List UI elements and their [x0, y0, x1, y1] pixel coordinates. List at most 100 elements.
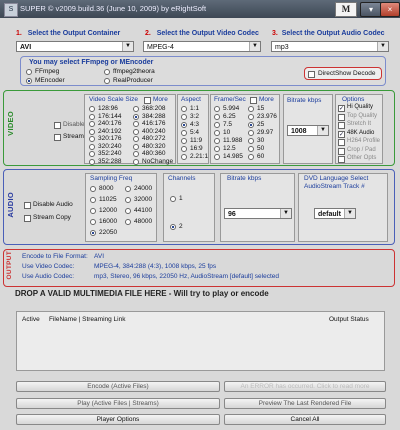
option-checkbox[interactable] [338, 156, 345, 163]
audio-header: 3. Select the Output Audio Codec [272, 30, 385, 37]
scale-option-radio[interactable] [89, 113, 95, 120]
disable-video-checkbox[interactable] [54, 122, 61, 129]
fps-option-radio[interactable] [214, 154, 220, 160]
aspect-option-radio[interactable] [181, 130, 187, 136]
aspect-option-radio[interactable] [181, 154, 187, 160]
aspect-option-radio[interactable] [181, 122, 187, 128]
scale-option-radio[interactable] [133, 106, 139, 112]
ffmpeg2theora-radio[interactable] [104, 69, 110, 75]
fps-more-checkbox[interactable] [250, 97, 257, 104]
fps-option-radio[interactable] [248, 138, 254, 144]
fps-option-radio[interactable] [214, 122, 220, 128]
audio-codec-select[interactable]: mp3 ▼ [271, 41, 389, 52]
video-options-group: Options ✓ Hi Quality Top Quality Stretch It… [335, 94, 383, 164]
encode-button[interactable]: Encode (Active Files) [16, 381, 220, 392]
cancel-all-button[interactable]: Cancel All [224, 414, 386, 425]
channel-1-radio[interactable] [170, 196, 176, 202]
fps-option-radio[interactable] [214, 138, 220, 144]
chevron-down-icon[interactable]: ▼ [280, 209, 291, 218]
close-button[interactable]: × [380, 2, 400, 17]
fps-option-radio[interactable] [214, 130, 220, 136]
option-label: Top Quality [347, 112, 378, 119]
channels-group: Channels 1 2 [163, 173, 215, 242]
audio-bitrate-select[interactable]: 96 ▼ [224, 208, 292, 219]
fps-option-radio[interactable] [214, 106, 220, 112]
scale-option-radio[interactable] [89, 106, 95, 112]
fps-option-radio[interactable] [248, 146, 254, 152]
preview-button[interactable]: Preview The Last Rendered File [224, 398, 386, 409]
scale-option-radio[interactable] [133, 151, 139, 157]
scale-option-radio[interactable] [133, 143, 139, 150]
fps-option-radio[interactable] [248, 154, 254, 160]
freq-option-radio[interactable] [90, 186, 96, 192]
fps-option-radio[interactable] [248, 114, 254, 120]
scale-option-radio[interactable] [89, 128, 95, 135]
aspect-option-radio[interactable] [181, 138, 187, 144]
dvd-track-select[interactable]: default ▼ [314, 208, 356, 219]
play-button[interactable]: Play (Active Files | Streams) [16, 398, 220, 409]
scale-option-radio[interactable] [89, 136, 95, 142]
audio-stream-copy-checkbox[interactable] [24, 215, 31, 222]
fps-option-radio[interactable] [214, 114, 220, 120]
video-codec-summary: MPEG-4, 384:288 (4:3), 1008 kbps, 25 fps [94, 263, 217, 270]
freq-option-radio[interactable] [125, 208, 131, 214]
option-checkbox[interactable] [338, 113, 345, 121]
chevron-down-icon[interactable]: ▼ [344, 209, 355, 218]
scale-option-label: 384:288 [142, 112, 166, 120]
option-checkbox[interactable] [338, 139, 345, 146]
disable-audio-checkbox[interactable] [24, 202, 31, 209]
scale-option-radio[interactable] [133, 136, 139, 142]
video-bitrate-select[interactable]: 1008 ▼ [287, 125, 329, 136]
scale-option-radio[interactable] [133, 113, 139, 120]
freq-option-radio[interactable] [90, 219, 96, 225]
freq-option-radio[interactable] [125, 186, 131, 192]
scale-option-radio[interactable] [89, 121, 95, 127]
scale-option-label: 128:96 [98, 105, 118, 112]
aspect-option-label: 4:3 [190, 121, 200, 128]
scale-option-radio[interactable] [89, 158, 95, 165]
option-checkbox[interactable] [338, 147, 345, 155]
aspect-option-radio[interactable] [181, 114, 187, 120]
fps-option-radio[interactable] [248, 122, 254, 128]
option-checkbox[interactable] [338, 122, 345, 129]
option-checkbox[interactable]: ✓ [338, 130, 345, 138]
realproducer-radio[interactable] [104, 78, 110, 84]
fps-option-radio[interactable] [248, 106, 254, 112]
chevron-down-icon[interactable]: ▼ [377, 42, 388, 51]
aspect-option-radio[interactable] [181, 106, 187, 112]
chevron-down-icon[interactable]: ▼ [317, 126, 328, 135]
scale-option-radio[interactable] [89, 151, 95, 157]
error-button[interactable]: An ERROR has occurred. Click to read mor… [224, 381, 386, 392]
ffmpeg-radio[interactable] [26, 69, 32, 75]
fps-option-radio[interactable] [214, 146, 220, 152]
channel-2-radio[interactable] [170, 224, 176, 230]
directshow-box[interactable]: DirectShow Decode [304, 67, 382, 80]
freq-option-radio[interactable] [125, 197, 131, 203]
option-checkbox[interactable]: ✓ [338, 105, 345, 112]
freq-option-radio[interactable] [90, 208, 96, 214]
player-options-button[interactable]: Player Options [16, 414, 220, 425]
video-codec-select[interactable]: MPEG-4 ▼ [143, 41, 261, 52]
mencoder-radio[interactable] [26, 78, 32, 84]
scale-option-radio[interactable] [133, 128, 139, 135]
chevron-down-icon[interactable]: ▼ [122, 42, 133, 51]
audio-number: 3. [272, 30, 278, 37]
aspect-option-radio[interactable] [181, 146, 187, 152]
scale-option-radio[interactable] [89, 143, 95, 150]
freq-option-radio[interactable] [90, 230, 96, 236]
scale-option-radio[interactable] [133, 158, 139, 165]
window-title: SUPER © v2009.build.36 (June 10, 2009) b… [20, 4, 207, 13]
m-logo[interactable]: M [335, 2, 357, 17]
video-bitrate-value: 1008 [291, 128, 307, 135]
minimize-button[interactable]: ▾ [360, 2, 382, 17]
scale-more-checkbox[interactable] [144, 97, 151, 104]
container-select[interactable]: AVI ▼ [16, 41, 134, 52]
freq-option-radio[interactable] [125, 219, 131, 225]
fps-option-radio[interactable] [248, 130, 254, 136]
freq-option-radio[interactable] [90, 197, 96, 203]
chevron-down-icon[interactable]: ▼ [249, 42, 260, 51]
scale-option-radio[interactable] [133, 121, 139, 127]
video-stream-copy-checkbox[interactable] [54, 134, 61, 141]
directshow-checkbox[interactable] [308, 71, 315, 78]
file-table[interactable]: Active FileName | Streaming Link Output … [16, 311, 385, 371]
